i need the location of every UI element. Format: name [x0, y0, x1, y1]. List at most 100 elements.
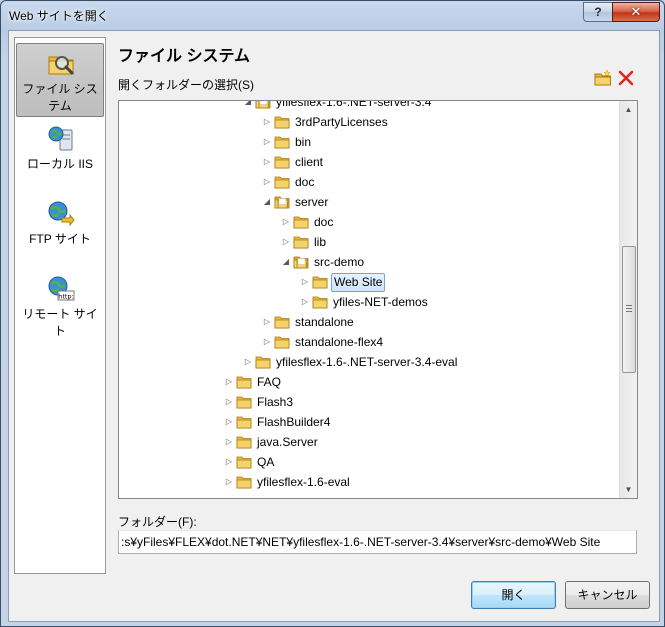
tree-item-label: standalone-flex4: [295, 335, 384, 349]
expand-arrow-icon[interactable]: ▷: [262, 112, 272, 132]
tree-item-label: Web Site: [331, 273, 386, 292]
scroll-thumb[interactable]: [622, 246, 636, 373]
tree-item-label: FAQ: [257, 375, 282, 389]
folder-tree[interactable]: ◢ yfilesflex-1.6-.NET-server-3.4 ▷ 3rdParty…: [118, 100, 638, 499]
folder-open-icon: [255, 101, 271, 109]
expand-arrow-icon[interactable]: ▷: [224, 432, 234, 452]
ftp-site-icon: [48, 201, 75, 227]
folder-icon: [312, 276, 328, 289]
vertical-scrollbar[interactable]: ▲ ▼: [619, 101, 637, 498]
dialog-body: ファイル システム ローカル IIS FTP サイト http: リモート サイ…: [8, 30, 660, 622]
folder-open-icon: [293, 256, 309, 269]
tree-item-label: doc: [314, 215, 334, 229]
tree-item[interactable]: ▷ yfilesflex-1.6-eval: [119, 472, 617, 492]
close-button[interactable]: ✕: [612, 2, 660, 22]
tree-item[interactable]: ▷ client: [119, 152, 617, 172]
collapse-arrow-icon[interactable]: ◢: [262, 192, 272, 212]
tree-item[interactable]: ▷ bin: [119, 132, 617, 152]
place-local-iis[interactable]: ローカル IIS: [16, 118, 104, 192]
expand-arrow-icon[interactable]: ▷: [300, 272, 310, 292]
folder-icon: [274, 116, 290, 129]
collapse-arrow-icon[interactable]: ◢: [243, 101, 253, 112]
folder-icon: [274, 336, 290, 349]
expand-arrow-icon[interactable]: ▷: [262, 132, 272, 152]
tree-item[interactable]: ▷ yfiles-NET-demos: [119, 292, 617, 312]
expand-arrow-icon[interactable]: ▷: [262, 332, 272, 352]
expand-arrow-icon[interactable]: ▷: [281, 232, 291, 252]
expand-arrow-icon[interactable]: ▷: [262, 152, 272, 172]
tree-item-label: src-demo: [314, 255, 365, 269]
folder-path-text: :s¥yFiles¥FLEX¥dot.NET¥NET¥yfilesflex-1.…: [121, 535, 601, 549]
open-button[interactable]: 開く: [471, 581, 556, 609]
expand-arrow-icon[interactable]: ▷: [224, 392, 234, 412]
tree-item[interactable]: ▷ doc: [119, 172, 617, 192]
window-title: Web サイトを開く: [9, 9, 109, 23]
place-remote-site[interactable]: http: リモート サイト: [16, 268, 104, 342]
place-label: FTP サイト: [29, 232, 91, 246]
folder-icon: [236, 416, 252, 429]
folder-icon: [274, 176, 290, 189]
expand-arrow-icon[interactable]: ▷: [262, 172, 272, 192]
tree-item-label: java.Server: [257, 435, 318, 449]
tree-item[interactable]: ◢ src-demo: [119, 252, 617, 272]
expand-arrow-icon[interactable]: ▷: [243, 352, 253, 372]
folder-icon: [274, 136, 290, 149]
place-ftp-site[interactable]: FTP サイト: [16, 193, 104, 267]
folder-icon: [236, 436, 252, 449]
tree-item[interactable]: ▷ Web Site: [119, 272, 617, 292]
new-folder-icon[interactable]: [594, 70, 612, 86]
expand-arrow-icon[interactable]: ▷: [224, 452, 234, 472]
tree-item-label: yfiles-NET-demos: [333, 295, 428, 309]
collapse-arrow-icon[interactable]: ◢: [281, 252, 291, 272]
tree-item[interactable]: ▷ lib: [119, 232, 617, 252]
folder-path-input[interactable]: :s¥yFiles¥FLEX¥dot.NET¥NET¥yfilesflex-1.…: [118, 530, 637, 554]
tree-item-label: yfilesflex-1.6-.NET-server-3.4-eval: [276, 355, 458, 369]
tree-item-label: FlashBuilder4: [257, 415, 331, 429]
expand-arrow-icon[interactable]: ▷: [262, 312, 272, 332]
tree-item[interactable]: ▷ doc: [119, 212, 617, 232]
tree-item-label: doc: [295, 175, 315, 189]
folder-open-icon: [274, 196, 290, 209]
tree-item[interactable]: ▷ FlashBuilder4: [119, 412, 617, 432]
cancel-button[interactable]: キャンセル: [565, 581, 650, 609]
tree-item-label: client: [295, 155, 324, 169]
folder-icon: [312, 296, 328, 309]
place-label: ローカル IIS: [26, 157, 93, 171]
folder-icon: [293, 236, 309, 249]
expand-arrow-icon[interactable]: ▷: [300, 292, 310, 312]
tree-item[interactable]: ▷ java.Server: [119, 432, 617, 452]
folder-icon: [274, 316, 290, 329]
tree-item-label: QA: [257, 455, 275, 469]
expand-arrow-icon[interactable]: ▷: [281, 212, 291, 232]
scroll-down-arrow[interactable]: ▼: [620, 481, 637, 498]
tree-item[interactable]: ◢ yfilesflex-1.6-.NET-server-3.4: [119, 101, 617, 112]
tree-item[interactable]: ▷ yfilesflex-1.6-.NET-server-3.4-eval: [119, 352, 617, 372]
place-label: ファイル システム: [22, 82, 98, 113]
tree-item[interactable]: ◢ server: [119, 192, 617, 212]
tree-item[interactable]: ▷ QA: [119, 452, 617, 472]
page-title: ファイル システム: [118, 48, 250, 65]
tree-item[interactable]: ▷ FAQ: [119, 372, 617, 392]
location-bar: ファイル システム ローカル IIS FTP サイト http: リモート サイ…: [14, 37, 106, 574]
dialog-window: Web サイトを開く ? ✕ ファイル システム ローカル IIS FTP サイ…: [0, 0, 665, 627]
tree-item[interactable]: ▷ 3rdPartyLicenses: [119, 112, 617, 132]
folder-icon: [293, 216, 309, 229]
tree-item[interactable]: ▷ Flash3: [119, 392, 617, 412]
expand-arrow-icon[interactable]: ▷: [224, 372, 234, 392]
remote-site-icon: http:: [48, 276, 75, 301]
tree-item[interactable]: ▷ standalone-flex4: [119, 332, 617, 352]
expand-arrow-icon[interactable]: ▷: [224, 412, 234, 432]
scroll-up-arrow[interactable]: ▲: [620, 101, 637, 118]
help-button[interactable]: ?: [583, 2, 612, 22]
tree-item-label: Flash3: [257, 395, 294, 409]
folder-icon: [255, 356, 271, 369]
tree-item[interactable]: ▷ standalone: [119, 312, 617, 332]
folder-icon: [236, 476, 252, 489]
delete-icon[interactable]: [617, 70, 635, 86]
folder-label: フォルダー(F):: [118, 515, 197, 529]
tree-item-label: yfilesflex-1.6-eval: [257, 475, 350, 489]
title-bar[interactable]: Web サイトを開く ? ✕: [1, 1, 664, 29]
place-file-system[interactable]: ファイル システム: [16, 43, 104, 117]
expand-arrow-icon[interactable]: ▷: [224, 472, 234, 492]
folder-icon: [236, 456, 252, 469]
